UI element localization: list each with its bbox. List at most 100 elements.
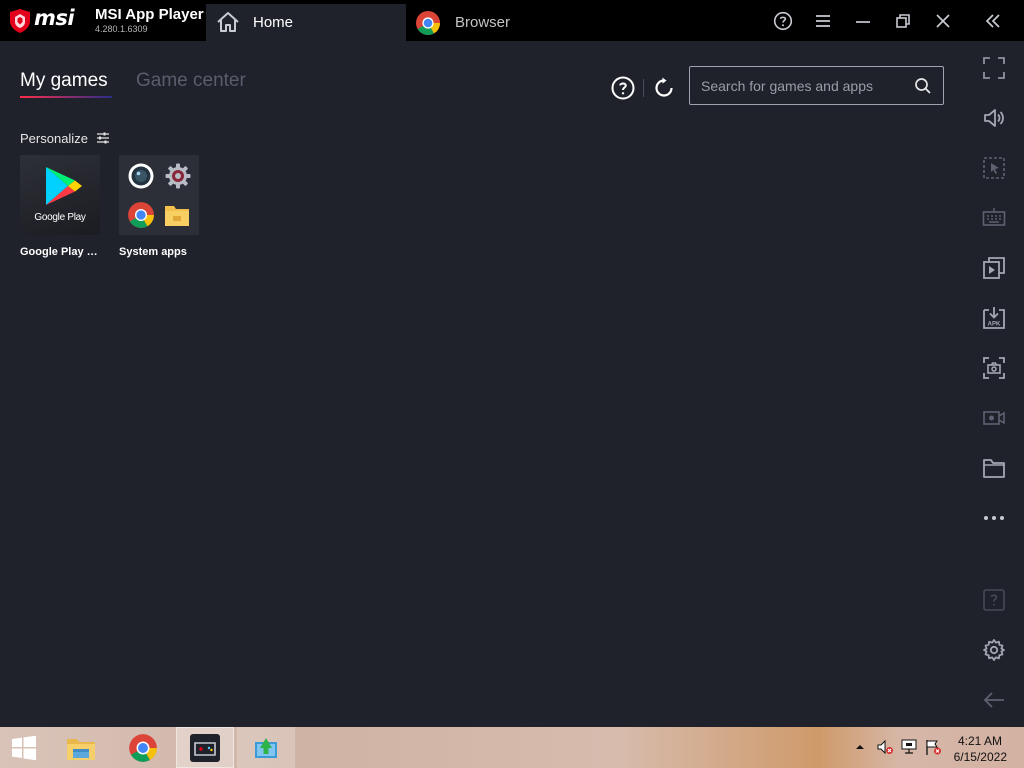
app-tile-system-apps[interactable]: System apps	[119, 155, 199, 258]
folder-button[interactable]	[981, 455, 1007, 481]
clock-time[interactable]: 4:21 AM	[958, 734, 1002, 748]
google-play-caption: Google Play	[34, 212, 86, 223]
refresh-icon	[655, 77, 673, 97]
help-icon	[983, 589, 1005, 611]
google-play-icon	[46, 167, 82, 205]
msi-app-player-taskbar-button[interactable]	[176, 727, 234, 768]
windows-start-icon	[12, 735, 36, 760]
screenshot-button[interactable]	[981, 355, 1007, 381]
chrome-icon	[129, 733, 157, 762]
search-box[interactable]	[689, 66, 944, 105]
menu-icon	[816, 15, 830, 27]
action-center-tray-button[interactable]	[924, 738, 942, 761]
fullscreen-icon	[983, 57, 1005, 79]
app-label: System apps	[119, 246, 187, 258]
network-tray-button[interactable]	[900, 738, 918, 761]
installer-taskbar-button[interactable]	[237, 727, 295, 768]
keyboard-icon	[982, 208, 1006, 226]
toolbar-divider	[643, 79, 644, 97]
settings-icon	[165, 163, 191, 189]
installer-icon	[255, 737, 277, 758]
help-button[interactable]	[772, 10, 794, 32]
more-button[interactable]	[981, 505, 1007, 531]
more-icon	[984, 516, 1004, 520]
app-title: MSI App Player	[95, 6, 204, 23]
media-manager-button[interactable]	[981, 255, 1007, 281]
menu-button[interactable]	[812, 10, 834, 32]
minimize-icon	[856, 21, 870, 23]
pointer-select-icon	[983, 157, 1005, 179]
chrome-taskbar-button[interactable]	[120, 727, 166, 768]
tab-home-label: Home	[253, 14, 294, 31]
settings-icon	[983, 639, 1005, 661]
folder-icon	[983, 459, 1005, 478]
tab-browser[interactable]: Browser	[406, 4, 606, 41]
search-input[interactable]	[701, 77, 901, 95]
help-icon	[773, 11, 793, 31]
personalize-label: Personalize	[20, 130, 88, 146]
active-tab-indicator	[20, 96, 112, 98]
app-label: Google Play S...	[20, 246, 100, 258]
title-bar: msi MSI App Player 4.280.1.6309 Home Bro…	[0, 0, 1024, 41]
msi-shield-icon	[10, 9, 30, 33]
refresh-button[interactable]	[652, 76, 676, 100]
close-button[interactable]	[932, 10, 954, 32]
file-explorer-icon	[67, 738, 95, 760]
restore-icon	[896, 14, 910, 28]
close-icon	[936, 14, 950, 28]
pointer-select-button[interactable]	[981, 155, 1007, 181]
chrome-icon	[128, 202, 154, 228]
start-button[interactable]	[0, 727, 48, 768]
back-icon	[983, 692, 1004, 708]
help-side-button[interactable]	[981, 587, 1007, 613]
record-icon	[983, 411, 1005, 425]
tab-my-games[interactable]: My games	[20, 70, 108, 92]
show-hidden-icons-button[interactable]	[854, 740, 866, 758]
help-icon	[611, 76, 635, 100]
volume-button[interactable]	[981, 105, 1007, 131]
msi-app-player-icon	[190, 733, 220, 762]
sliders-icon	[96, 132, 109, 144]
action-center-flag-icon	[926, 740, 941, 755]
volume-icon	[984, 109, 1004, 127]
media-manager-icon	[983, 257, 1005, 279]
app-logo-block: msi MSI App Player 4.280.1.6309	[0, 0, 206, 41]
volume-muted-icon	[877, 739, 893, 755]
windows-taskbar: 4:21 AM 6/15/2022	[0, 727, 1024, 768]
show-hidden-icons-arrow	[856, 745, 864, 749]
file-explorer-taskbar-button[interactable]	[58, 727, 104, 768]
chrome-icon	[416, 11, 440, 36]
collapse-sidebar-icon	[985, 14, 1000, 28]
settings-button[interactable]	[981, 637, 1007, 663]
tab-home[interactable]: Home	[206, 4, 406, 41]
app-tile-google-play[interactable]: Google Play Google Play S...	[20, 155, 100, 258]
restore-button[interactable]	[892, 10, 914, 32]
right-sidebar: APK	[964, 41, 1024, 727]
camera-icon	[128, 163, 154, 189]
install-apk-icon: APK	[983, 307, 1005, 329]
google-play-tile-image: Google Play	[20, 155, 100, 235]
help-button[interactable]	[611, 76, 635, 100]
home-icon	[217, 12, 239, 32]
tab-browser-label: Browser	[455, 14, 511, 31]
msi-wordmark: msi	[34, 6, 75, 30]
collapse-sidebar-button[interactable]	[982, 10, 1004, 32]
app-version: 4.280.1.6309	[95, 24, 148, 34]
system-tray: 4:21 AM 6/15/2022	[844, 727, 1024, 768]
back-button[interactable]	[981, 687, 1007, 713]
clock-date[interactable]: 6/15/2022	[954, 750, 1007, 764]
tab-game-center[interactable]: Game center	[136, 70, 246, 92]
file-manager-icon	[165, 206, 189, 226]
search-icon[interactable]	[914, 77, 932, 95]
network-icon	[901, 739, 917, 754]
install-apk-button[interactable]: APK	[981, 305, 1007, 331]
personalize-button[interactable]: Personalize	[20, 129, 110, 147]
screenshot-icon	[983, 357, 1005, 379]
minimize-button[interactable]	[852, 10, 874, 32]
svg-text:APK: APK	[988, 322, 1001, 328]
volume-tray-button[interactable]	[876, 738, 894, 761]
keyboard-button[interactable]	[981, 205, 1007, 231]
fullscreen-button[interactable]	[981, 55, 1007, 81]
system-apps-folder-icon	[119, 155, 199, 235]
record-button[interactable]	[981, 405, 1007, 431]
